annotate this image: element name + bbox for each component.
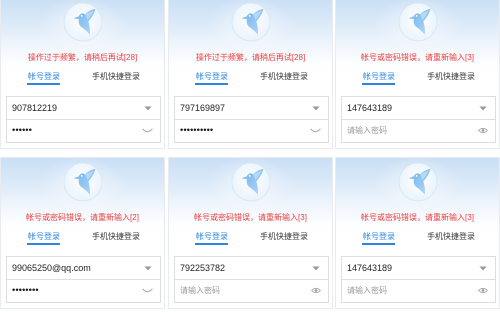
account-input[interactable]: 907812219 (6, 96, 161, 120)
password-masked-value: •••••••••• (180, 125, 214, 136)
active-tab-underline (362, 83, 395, 85)
active-tab-underline (195, 243, 228, 245)
dropdown-arrow-icon[interactable] (479, 106, 487, 111)
account-value: 907812219 (12, 103, 58, 113)
error-message: 操作过于频繁，请稍后再试[28] (27, 53, 138, 62)
account-input[interactable]: 147643189 (341, 256, 496, 280)
tab-phone-quick-login[interactable]: 手机快捷登录 (257, 231, 311, 242)
eye-icon[interactable] (478, 127, 488, 134)
chevron-down-icon[interactable] (310, 128, 321, 134)
account-value: 147643189 (347, 103, 393, 113)
login-panel: 操作过于频繁，请稍后再试[28] 帐号登录 手机快捷登录 797169897 •… (168, 0, 333, 149)
hummingbird-logo-icon (398, 162, 438, 202)
hummingbird-logo-icon (63, 2, 103, 42)
password-input[interactable]: •••••• (6, 119, 161, 143)
password-input[interactable]: 请输入密码 (341, 119, 496, 143)
tab-account-login[interactable]: 帐号登录 (26, 231, 62, 242)
tab-phone-quick-login[interactable]: 手机快捷登录 (424, 231, 478, 242)
password-placeholder: 请输入密码 (347, 286, 387, 295)
password-masked-value: •••••••• (12, 285, 39, 296)
login-panel: 帐号或密码错误，请重新输入[2] 帐号登录 手机快捷登录 99065250@qq… (0, 157, 165, 309)
active-tab-underline (195, 83, 228, 85)
login-panel: 帐号或密码错误，请重新输入[3] 帐号登录 手机快捷登录 792253782 请… (168, 157, 333, 309)
eye-icon[interactable] (311, 287, 321, 294)
error-message: 帐号或密码错误，请重新输入[2] (26, 213, 139, 222)
error-message: 操作过于频繁，请稍后再试[28] (195, 53, 306, 62)
login-panel: 帐号或密码错误，请重新输入[3] 帐号登录 手机快捷登录 147643189 请… (335, 157, 500, 309)
login-panel: 操作过于频繁，请稍后再试[28] 帐号登录 手机快捷登录 907812219 •… (0, 0, 165, 149)
account-value: 792253782 (180, 263, 226, 273)
tab-account-login[interactable]: 帐号登录 (26, 71, 62, 82)
password-masked-value: •••••• (12, 125, 32, 136)
hummingbird-logo-icon (231, 162, 271, 202)
password-placeholder: 请输入密码 (180, 286, 220, 295)
account-input[interactable]: 147643189 (341, 96, 496, 120)
active-tab-underline (27, 243, 60, 245)
tab-account-login[interactable]: 帐号登录 (361, 71, 397, 82)
tab-phone-quick-login[interactable]: 手机快捷登录 (89, 71, 143, 82)
password-input[interactable]: •••••••••• (174, 119, 329, 143)
chevron-down-icon[interactable] (142, 288, 153, 294)
error-message: 帐号或密码错误，请重新输入[3] (361, 53, 474, 62)
password-placeholder: 请输入密码 (347, 126, 387, 135)
account-input[interactable]: 792253782 (174, 256, 329, 280)
tab-account-login[interactable]: 帐号登录 (361, 231, 397, 242)
account-input[interactable]: 99065250@qq.com (6, 256, 161, 280)
tab-phone-quick-login[interactable]: 手机快捷登录 (257, 71, 311, 82)
hummingbird-logo-icon (398, 2, 438, 42)
tab-phone-quick-login[interactable]: 手机快捷登录 (424, 71, 478, 82)
account-input[interactable]: 797169897 (174, 96, 329, 120)
eye-icon[interactable] (478, 287, 488, 294)
dropdown-arrow-icon[interactable] (144, 266, 152, 271)
password-input[interactable]: 请输入密码 (341, 279, 496, 303)
dropdown-arrow-icon[interactable] (144, 106, 152, 111)
password-input[interactable]: •••••••• (6, 279, 161, 303)
dropdown-arrow-icon[interactable] (312, 106, 320, 111)
account-value: 147643189 (347, 263, 393, 273)
error-message: 帐号或密码错误，请重新输入[3] (194, 213, 307, 222)
account-value: 99065250@qq.com (12, 263, 91, 273)
tab-account-login[interactable]: 帐号登录 (194, 71, 230, 82)
account-value: 797169897 (180, 103, 226, 113)
tab-phone-quick-login[interactable]: 手机快捷登录 (89, 231, 143, 242)
password-input[interactable]: 请输入密码 (174, 279, 329, 303)
error-message: 帐号或密码错误，请重新输入[3] (361, 213, 474, 222)
active-tab-underline (27, 83, 60, 85)
chevron-down-icon[interactable] (142, 128, 153, 134)
tab-account-login[interactable]: 帐号登录 (194, 231, 230, 242)
active-tab-underline (362, 243, 395, 245)
hummingbird-logo-icon (63, 162, 103, 202)
dropdown-arrow-icon[interactable] (312, 266, 320, 271)
login-panel: 帐号或密码错误，请重新输入[3] 帐号登录 手机快捷登录 147643189 请… (335, 0, 500, 149)
hummingbird-logo-icon (231, 2, 271, 42)
dropdown-arrow-icon[interactable] (479, 266, 487, 271)
